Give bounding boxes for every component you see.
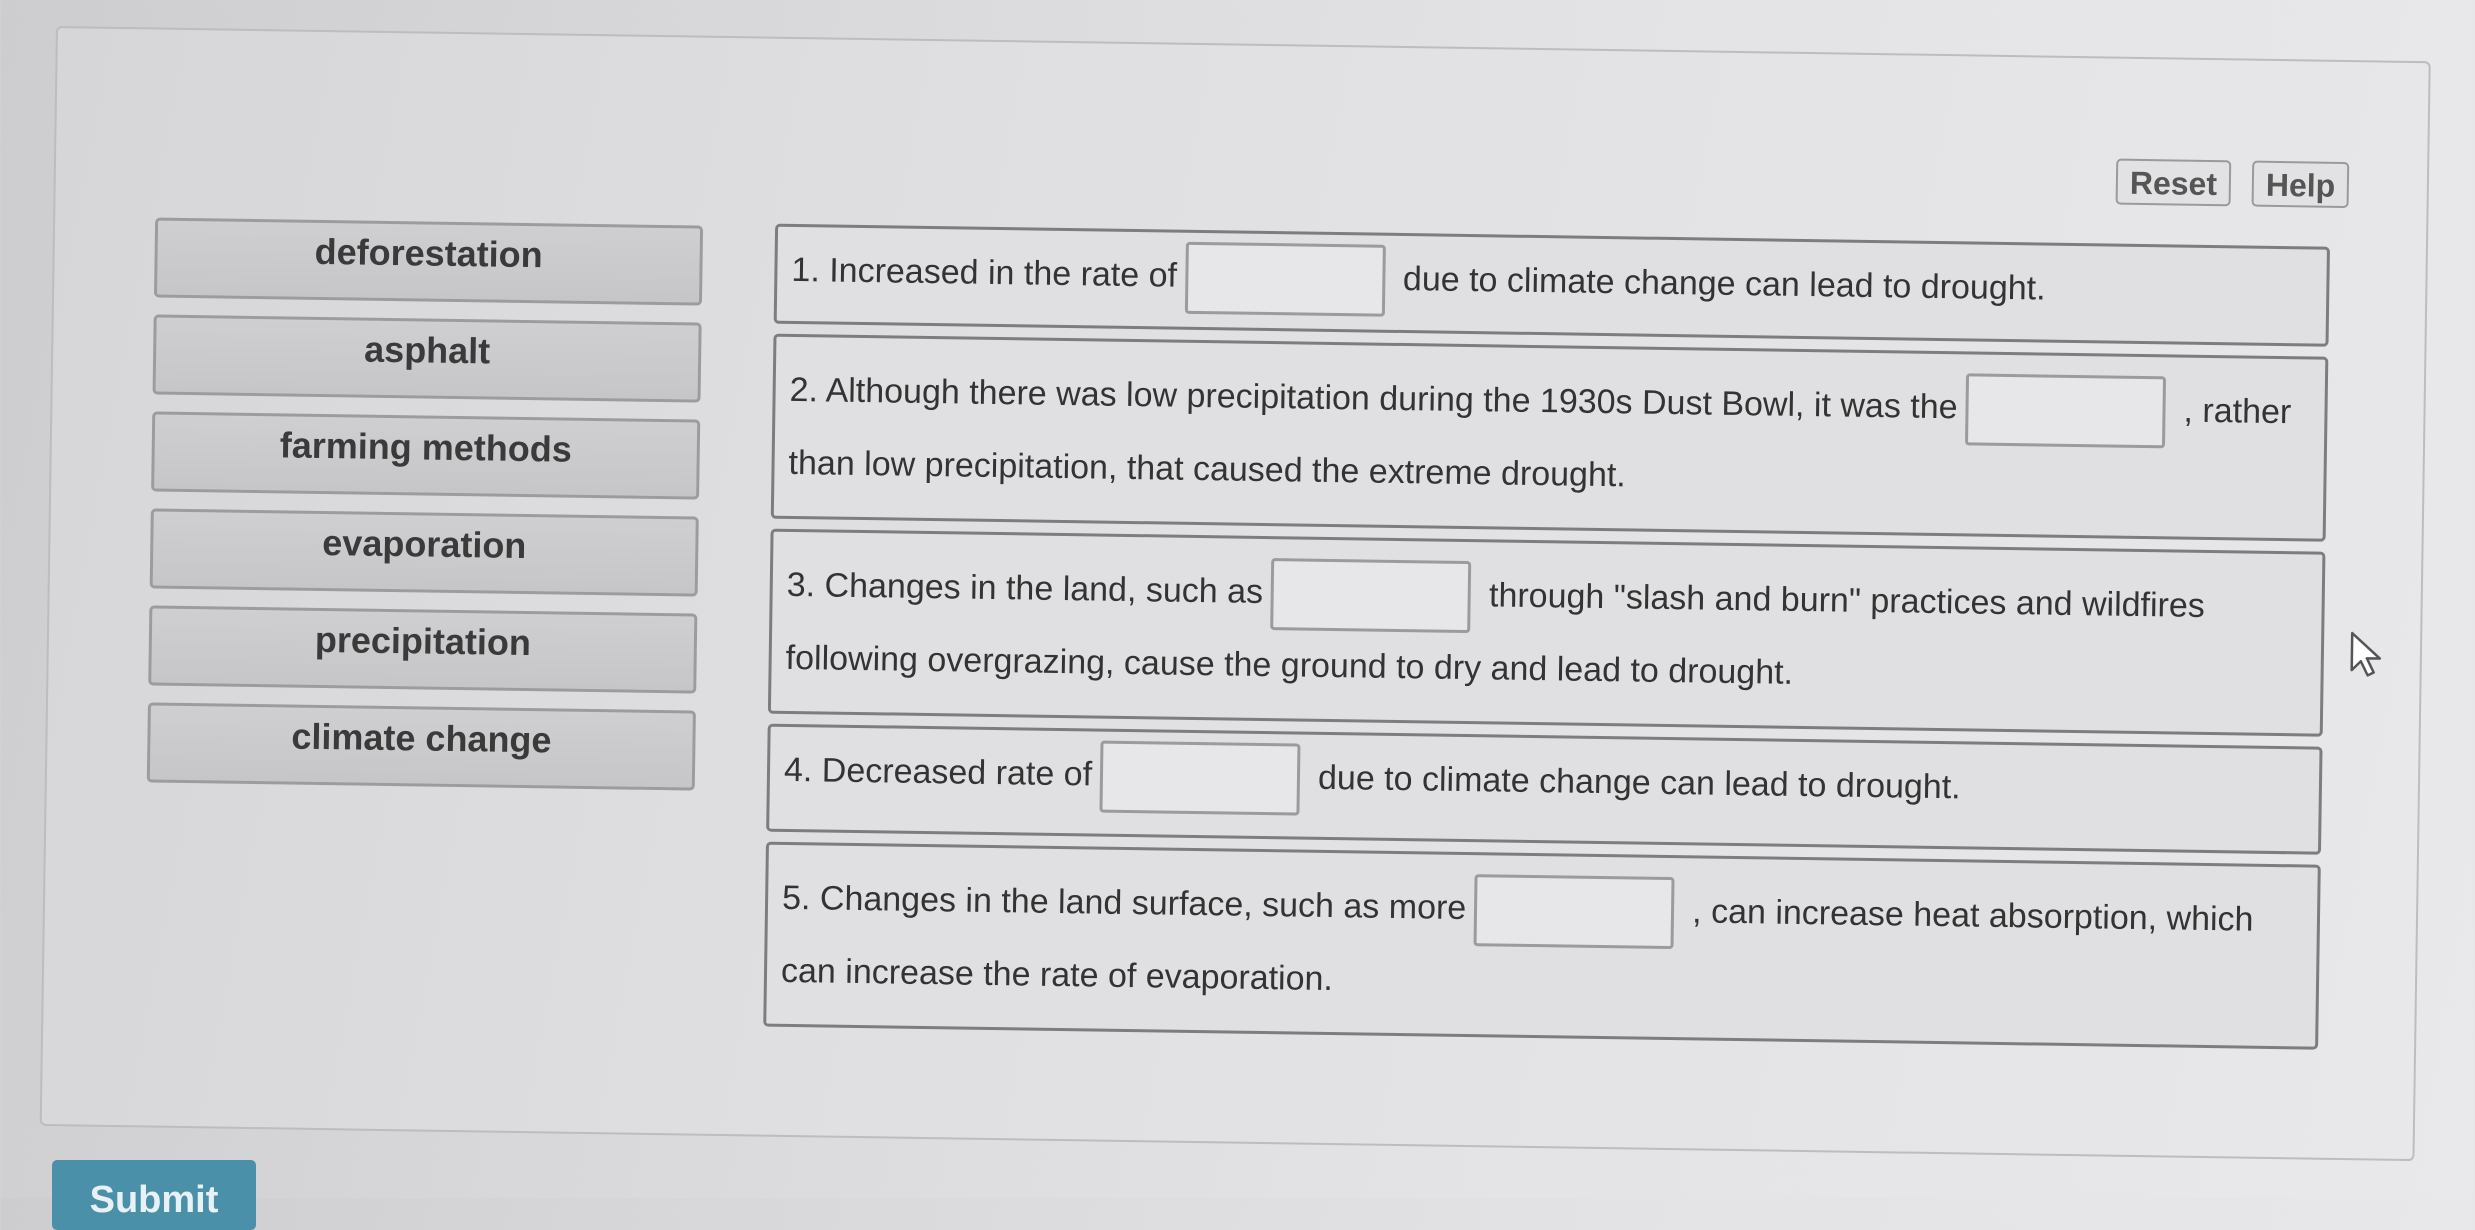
statement-5: 5. Changes in the land surface, such as … bbox=[763, 841, 2321, 1050]
answer-choice-bank: deforestation asphalt farming methods ev… bbox=[146, 217, 706, 807]
statement-5-drop-target[interactable] bbox=[1473, 874, 1675, 950]
help-button[interactable]: Help bbox=[2251, 160, 2350, 209]
choice-evaporation[interactable]: evaporation bbox=[149, 508, 699, 597]
reset-button[interactable]: Reset bbox=[2115, 158, 2232, 207]
choice-climate-change[interactable]: climate change bbox=[146, 702, 696, 791]
choice-precipitation[interactable]: precipitation bbox=[148, 605, 698, 694]
statement-1-text-before: 1. Increased in the rate of bbox=[791, 250, 1178, 295]
statement-4: 4. Decreased rate of due to climate chang… bbox=[766, 723, 2323, 855]
choice-farming-methods[interactable]: farming methods bbox=[151, 411, 701, 500]
statement-3: 3. Changes in the land, such as through "… bbox=[767, 528, 2326, 737]
statement-1-drop-target[interactable] bbox=[1184, 241, 1386, 317]
statement-list: 1. Increased in the rate of due to climat… bbox=[763, 223, 2330, 1060]
choice-asphalt[interactable]: asphalt bbox=[152, 314, 702, 403]
statement-2: 2. Although there was low precipitation … bbox=[770, 333, 2329, 542]
statement-2-drop-target[interactable] bbox=[1965, 373, 2167, 449]
statement-5-text-before: 5. Changes in the land surface, such as … bbox=[781, 878, 1467, 928]
drag-and-drop-activity-panel: Reset Help deforestation asphalt farming… bbox=[39, 26, 2431, 1162]
statement-2-text-before: 2. Although there was low precipitation … bbox=[789, 370, 1958, 427]
choice-deforestation[interactable]: deforestation bbox=[153, 217, 704, 306]
statement-3-text-before: 3. Changes in the land, such as bbox=[786, 565, 1264, 611]
statement-4-text-after: due to climate change can lead to drough… bbox=[1317, 758, 1961, 807]
submit-button[interactable]: Submit bbox=[52, 1160, 256, 1230]
mouse-pointer-icon bbox=[2350, 631, 2382, 677]
statement-3-drop-target[interactable] bbox=[1270, 558, 1472, 634]
statement-4-text-before: 4. Decreased rate of bbox=[783, 750, 1093, 794]
statement-1: 1. Increased in the rate of due to climat… bbox=[773, 223, 2330, 347]
statement-4-drop-target[interactable] bbox=[1099, 740, 1301, 816]
statement-1-text-after: due to climate change can lead to drough… bbox=[1402, 260, 2046, 308]
